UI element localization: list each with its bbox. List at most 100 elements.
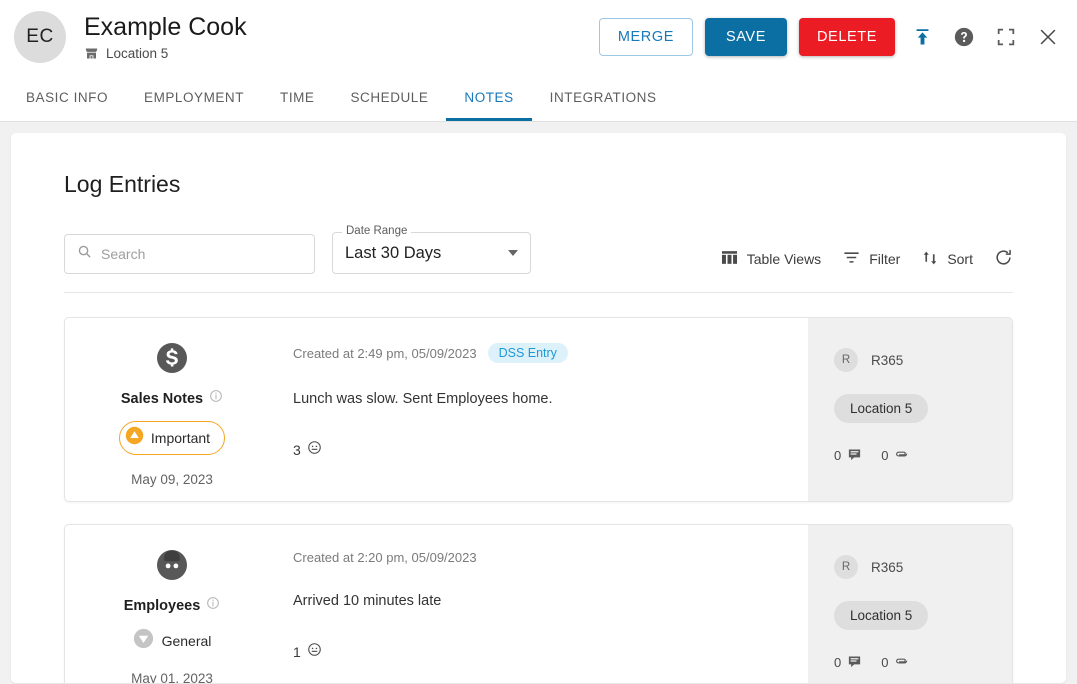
comment-count: 0 — [834, 655, 842, 670]
attachment-count: 0 — [881, 448, 889, 463]
entry-counts-row: 0 0 — [834, 446, 1012, 465]
help-icon[interactable] — [949, 22, 979, 52]
refresh-button[interactable] — [994, 248, 1013, 270]
search-box[interactable] — [64, 234, 315, 274]
entry-owner-row: R R365 — [834, 555, 1012, 579]
refresh-icon — [994, 248, 1013, 270]
entry-reaction-row[interactable]: 3 — [293, 440, 788, 460]
attachment-icon — [894, 653, 910, 672]
location-row: Location 5 — [84, 46, 247, 61]
filter-icon — [842, 248, 861, 270]
upload-icon[interactable] — [907, 22, 937, 52]
owner-name: R365 — [871, 559, 904, 575]
fullscreen-icon[interactable] — [991, 22, 1021, 52]
emoji-icon[interactable] — [307, 440, 322, 460]
comment-count-item[interactable]: 0 — [834, 447, 862, 465]
entry-date: May 09, 2023 — [131, 472, 213, 487]
toolbar-right: Table Views Filter Sort — [720, 248, 1013, 274]
filter-button[interactable]: Filter — [842, 248, 900, 270]
owner-avatar: R — [834, 555, 858, 579]
status-badge: General — [133, 628, 212, 654]
section-title: Log Entries — [64, 171, 181, 197]
title-block: Example Cook Location 5 — [84, 13, 247, 62]
reaction-count: 3 — [293, 442, 301, 458]
entry-body-column: Created at 2:49 pm, 05/09/2023 DSS Entry… — [279, 318, 808, 501]
status-badge-label: Important — [150, 430, 211, 446]
close-icon[interactable] — [1033, 22, 1063, 52]
tab-time[interactable]: TIME — [262, 74, 332, 121]
app-header: EC Example Cook Location 5 MERGE SAVE DE… — [0, 0, 1077, 74]
log-entry-card[interactable]: Sales Notes Important May 09, 2023 Creat… — [64, 317, 1013, 502]
date-range-select[interactable]: Date Range Last 30 Days — [332, 225, 531, 274]
tab-employment[interactable]: EMPLOYMENT — [126, 74, 262, 121]
owner-avatar: R — [834, 348, 858, 372]
owner-name: R365 — [871, 352, 904, 368]
entry-date: May 01, 2023 — [131, 671, 213, 683]
store-icon — [84, 46, 99, 61]
person-icon — [154, 547, 190, 583]
comment-count: 0 — [834, 448, 842, 463]
entry-created-row: Created at 2:20 pm, 05/09/2023 — [293, 550, 788, 565]
entry-counts-row: 0 0 — [834, 653, 1012, 672]
sort-label: Sort — [947, 251, 973, 267]
status-badge-label: General — [161, 633, 212, 649]
status-badge: Important — [118, 421, 226, 455]
entry-created-at: Created at 2:49 pm, 05/09/2023 — [293, 345, 477, 361]
entry-type-row: Employees — [124, 596, 221, 615]
entry-side-column: R R365 Location 5 0 0 — [808, 525, 1012, 683]
sort-icon — [921, 249, 939, 270]
entry-type-label: Employees — [123, 597, 201, 614]
save-button[interactable]: SAVE — [704, 18, 787, 56]
source-badge: DSS Entry — [487, 343, 568, 363]
info-icon[interactable] — [206, 596, 220, 615]
attachment-count-item[interactable]: 0 — [881, 653, 910, 672]
entry-created-row: Created at 2:49 pm, 05/09/2023 DSS Entry — [293, 343, 788, 363]
tab-bar: BASIC INFO EMPLOYMENT TIME SCHEDULE NOTE… — [0, 74, 1077, 122]
entry-type-label: Sales Notes — [120, 390, 204, 407]
comment-icon — [847, 654, 862, 672]
tab-schedule[interactable]: SCHEDULE — [332, 74, 446, 121]
general-triangle-icon — [133, 628, 154, 654]
table-views-icon — [720, 248, 739, 270]
search-icon — [77, 244, 92, 264]
attachment-count: 0 — [881, 655, 889, 670]
attachment-count-item[interactable]: 0 — [881, 446, 910, 465]
chevron-down-icon — [508, 250, 518, 256]
merge-button[interactable]: MERGE — [598, 18, 693, 56]
location-label: Location 5 — [106, 46, 169, 62]
entry-meta-column: Sales Notes Important May 09, 2023 — [65, 318, 279, 501]
entry-note-text: Arrived 10 minutes late — [293, 593, 442, 609]
search-input[interactable] — [101, 246, 302, 262]
comment-icon — [847, 447, 862, 465]
location-chip[interactable]: Location 5 — [834, 601, 929, 630]
avatar: EC — [14, 11, 66, 63]
log-entries-list: Sales Notes Important May 09, 2023 Creat… — [64, 317, 1013, 683]
tab-integrations[interactable]: INTEGRATIONS — [532, 74, 675, 121]
location-chip[interactable]: Location 5 — [834, 394, 929, 423]
important-triangle-icon — [125, 426, 144, 450]
entry-side-column: R R365 Location 5 0 0 — [808, 318, 1012, 501]
table-views-button[interactable]: Table Views — [720, 248, 821, 270]
emoji-icon[interactable] — [307, 642, 322, 662]
entry-reaction-row[interactable]: 1 — [293, 642, 788, 662]
page-title: Example Cook — [84, 12, 247, 41]
sort-button[interactable]: Sort — [921, 249, 973, 270]
notes-panel: Log Entries Date Range Last 30 Days — [11, 133, 1066, 683]
header-actions: MERGE SAVE DELETE — [598, 18, 1063, 56]
entry-meta-column: Employees General May 01, 2023 — [65, 525, 279, 683]
attachment-icon — [894, 446, 910, 465]
comment-count-item[interactable]: 0 — [834, 654, 862, 672]
date-range-legend: Date Range — [342, 225, 412, 237]
entry-type-row: Sales Notes — [121, 389, 223, 408]
entry-created-at: Created at 2:20 pm, 05/09/2023 — [293, 550, 477, 565]
filter-label: Filter — [869, 251, 901, 267]
delete-button[interactable]: DELETE — [798, 18, 895, 56]
tab-notes[interactable]: NOTES — [446, 74, 532, 121]
tab-basic-info[interactable]: BASIC INFO — [8, 74, 126, 121]
table-views-label: Table Views — [746, 251, 822, 267]
log-entry-card[interactable]: Employees General May 01, 2023 Created a… — [64, 524, 1013, 683]
info-icon[interactable] — [209, 389, 223, 408]
reaction-count: 1 — [293, 644, 301, 660]
entry-owner-row: R R365 — [834, 348, 1012, 372]
entry-note-text: Lunch was slow. Sent Employees home. — [293, 391, 553, 407]
